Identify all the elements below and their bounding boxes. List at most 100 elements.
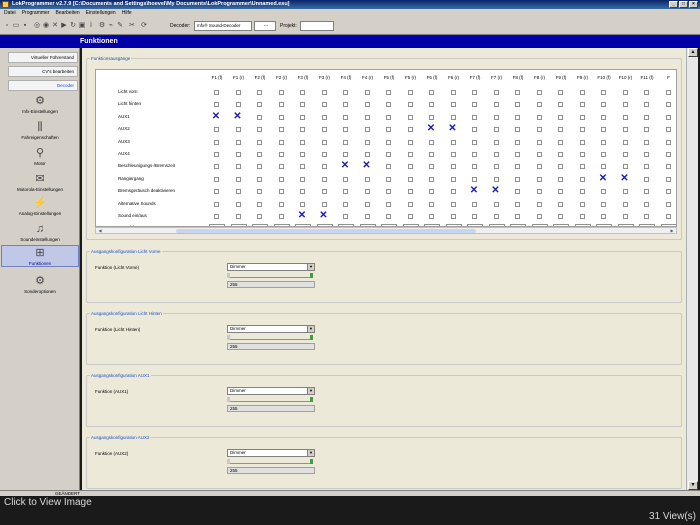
mapping-checkbox[interactable] (515, 114, 520, 120)
mapping-checkbox[interactable] (321, 114, 327, 120)
mapping-checkbox[interactable] (235, 189, 241, 195)
mapping-checkbox[interactable] (343, 176, 348, 182)
mapping-checkbox[interactable] (235, 201, 241, 207)
brightness-slider[interactable] (227, 273, 313, 278)
mapping-checkbox[interactable] (622, 90, 628, 95)
mapping-checkbox[interactable] (235, 176, 241, 182)
mapping-checkbox[interactable] (300, 176, 305, 182)
decoder-version-field[interactable]: --- (254, 21, 276, 31)
mapping-checkbox[interactable] (214, 164, 219, 170)
mapping-checkbox[interactable] (622, 102, 628, 108)
mapping-checkbox[interactable] (364, 152, 370, 157)
mapping-checkbox[interactable] (364, 189, 370, 195)
chevron-down-icon[interactable]: ▼ (307, 388, 314, 394)
mapping-checkbox[interactable] (622, 152, 628, 157)
mapping-checkbox[interactable] (622, 127, 628, 133)
mapping-checkbox[interactable] (472, 214, 477, 219)
mapping-checkbox[interactable] (429, 152, 434, 157)
connect-icon[interactable]: ⌁ (107, 22, 115, 30)
mapping-checkbox[interactable] (214, 189, 219, 195)
mapping-checkbox[interactable] (601, 189, 606, 195)
mapping-checkbox[interactable] (386, 201, 391, 207)
mapping-checkbox[interactable] (472, 176, 477, 182)
read-decoder-icon[interactable]: ◎ (33, 22, 41, 30)
mapping-checkbox[interactable] (472, 127, 477, 133)
mapping-checkbox[interactable] (300, 164, 305, 170)
menu-einstellungen[interactable]: Einstellungen (86, 9, 116, 18)
mapping-checkbox[interactable] (386, 152, 391, 157)
save-icon[interactable]: ▪ (21, 22, 29, 30)
mapping-checkbox[interactable] (214, 90, 219, 95)
mapping-checkbox[interactable] (235, 127, 241, 133)
mapping-checkbox[interactable] (472, 152, 477, 157)
mapping-checkbox[interactable] (536, 139, 542, 145)
scroll-right-icon[interactable]: ▶ (669, 228, 675, 233)
mapping-checkbox[interactable] (665, 139, 671, 145)
mapping-checkbox-checked[interactable]: ✕ (491, 186, 501, 196)
output-mode-select[interactable]: Dimmer ▼ (227, 449, 315, 457)
mapping-checkbox[interactable] (493, 102, 499, 108)
mapping-checkbox[interactable] (429, 164, 434, 170)
brightness-slider[interactable] (227, 397, 313, 402)
write-decoder-icon[interactable]: ◉ (42, 22, 50, 30)
mapping-checkbox[interactable] (450, 102, 456, 108)
scroll-left-icon[interactable]: ◀ (97, 228, 103, 233)
mapping-checkbox[interactable] (493, 114, 499, 120)
mapping-checkbox[interactable] (386, 127, 391, 133)
menu-hilfe[interactable]: Hilfe (122, 9, 132, 18)
mapping-checkbox-checked[interactable]: ✕ (598, 173, 608, 184)
mapping-checkbox[interactable] (450, 189, 456, 195)
mapping-checkbox[interactable] (472, 139, 477, 145)
mapping-checkbox[interactable] (622, 164, 628, 170)
brightness-value[interactable]: 255 (227, 405, 315, 412)
mapping-checkbox[interactable] (665, 201, 671, 207)
mapping-checkbox-checked[interactable]: ✕ (297, 211, 307, 221)
menu-datei[interactable]: Datei (4, 9, 16, 18)
play-icon[interactable]: ▶ (60, 22, 68, 30)
mapping-checkbox[interactable] (622, 114, 628, 120)
mapping-checkbox[interactable] (536, 102, 542, 108)
program-icon[interactable]: ✎ (116, 22, 124, 30)
mapping-checkbox[interactable] (558, 127, 563, 133)
mapping-checkbox[interactable] (364, 114, 370, 120)
mapping-checkbox[interactable] (386, 114, 391, 120)
mapping-checkbox[interactable] (278, 164, 284, 170)
maximize-button[interactable]: □ (679, 1, 688, 8)
mapping-checkbox[interactable] (407, 201, 413, 207)
mapping-checkbox[interactable] (278, 139, 284, 145)
mapping-checkbox[interactable] (450, 214, 456, 219)
mapping-checkbox[interactable] (386, 139, 391, 145)
info-icon[interactable]: ⅰ (87, 22, 95, 30)
mapping-checkbox[interactable] (300, 152, 305, 157)
mapping-checkbox[interactable] (622, 214, 628, 219)
mapping-checkbox[interactable] (579, 152, 585, 157)
mapping-checkbox[interactable] (472, 164, 477, 170)
mapping-checkbox[interactable] (407, 114, 413, 120)
mapping-checkbox[interactable] (665, 176, 671, 182)
mapping-checkbox[interactable] (257, 189, 262, 195)
mapping-checkbox[interactable] (429, 189, 434, 195)
output-mode-select[interactable]: Dimmer ▼ (227, 263, 315, 271)
mapping-checkbox[interactable] (665, 102, 671, 108)
mapping-checkbox[interactable] (235, 139, 241, 145)
mapping-checkbox[interactable] (278, 189, 284, 195)
mapping-checkbox[interactable] (321, 139, 327, 145)
rescan-icon[interactable]: ⟳ (140, 22, 148, 30)
mapping-checkbox[interactable] (300, 127, 305, 133)
mapping-checkbox[interactable] (235, 90, 241, 95)
mapping-checkbox[interactable] (343, 152, 348, 157)
mapping-checkbox[interactable] (257, 214, 262, 219)
click-to-view-link[interactable]: Click to View Image (4, 497, 92, 508)
reset-icon[interactable]: ↻ (69, 22, 77, 30)
mapping-checkbox[interactable] (407, 189, 413, 195)
mapping-checkbox[interactable] (665, 90, 671, 95)
mapping-checkbox[interactable] (558, 214, 563, 219)
mapping-checkbox[interactable] (386, 189, 391, 195)
sidebar-top-cvs[interactable]: CV's bearbeiten (8, 66, 78, 77)
mapping-checkbox[interactable] (321, 164, 327, 170)
mapping-checkbox[interactable] (644, 164, 649, 170)
sidebar-top-virtual-cab[interactable]: Virtueller Führerstand (8, 52, 78, 63)
mapping-checkbox[interactable] (472, 90, 477, 95)
stop-icon[interactable]: ✕ (51, 22, 59, 30)
mapping-checkbox[interactable] (450, 90, 456, 95)
